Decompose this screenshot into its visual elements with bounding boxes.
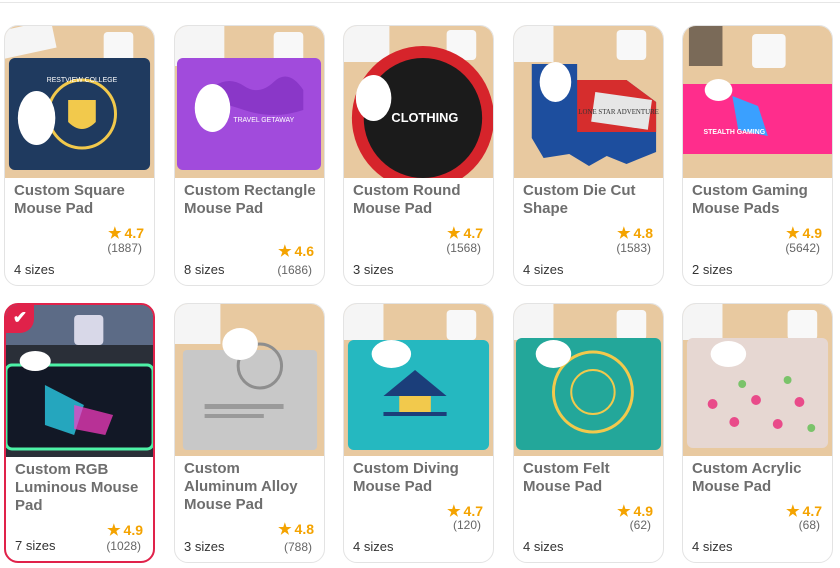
star-icon: ★ xyxy=(617,503,631,520)
product-title[interactable]: Custom Gaming Mouse Pads xyxy=(692,182,824,218)
review-count: (1887) xyxy=(107,241,142,255)
product-card-rgb[interactable]: ✔ Custom RGB Luminous Mouse Pad ★ 4.9 (10… xyxy=(4,303,155,563)
review-count: (788) xyxy=(283,540,312,554)
checkmark-icon[interactable]: ✔ xyxy=(6,305,34,333)
product-image[interactable] xyxy=(683,304,832,456)
product-card-square[interactable]: RESTVIEW COLLEGE Custom Square Mouse Pad… xyxy=(4,25,155,286)
star-icon: ★ xyxy=(108,225,122,242)
review-count: (1568) xyxy=(446,241,481,255)
product-title[interactable]: Custom Diving Mouse Pad xyxy=(353,460,485,496)
top-divider xyxy=(0,2,840,3)
size-count: 4 sizes xyxy=(523,539,564,554)
star-icon: ★ xyxy=(617,225,631,242)
product-image[interactable] xyxy=(344,304,493,456)
product-title[interactable]: Custom RGB Luminous Mouse Pad xyxy=(15,461,147,515)
product-image[interactable] xyxy=(514,304,663,456)
product-rating: ★ 4.9 xyxy=(107,522,143,539)
pad-art-text: STEALTH GAMING xyxy=(704,129,766,136)
pad-art-text: RESTVIEW COLLEGE xyxy=(47,77,118,84)
size-count: 4 sizes xyxy=(523,262,564,277)
product-title[interactable]: Custom Square Mouse Pad xyxy=(14,182,146,218)
star-icon: ★ xyxy=(786,503,800,520)
review-count: (120) xyxy=(452,518,481,532)
review-count: (5642) xyxy=(785,241,820,255)
review-count: (62) xyxy=(629,518,651,532)
star-icon: ★ xyxy=(447,225,461,242)
size-count: 3 sizes xyxy=(353,262,394,277)
product-title[interactable]: Custom Die Cut Shape xyxy=(523,182,655,218)
review-count: (1686) xyxy=(277,263,312,277)
product-card-rectangle[interactable]: TRAVEL GETAWAY Custom Rectangle Mouse Pa… xyxy=(174,25,325,286)
product-card-aluminum[interactable]: Custom Aluminum Alloy Mouse Pad ★ 4.8 (78… xyxy=(174,303,325,563)
product-rating: ★ 4.7 xyxy=(447,225,483,242)
size-count: 4 sizes xyxy=(14,262,55,277)
product-image[interactable]: STEALTH GAMING xyxy=(683,26,832,178)
size-count: 4 sizes xyxy=(353,539,394,554)
review-count: (1028) xyxy=(106,539,141,553)
star-icon: ★ xyxy=(278,243,292,260)
product-image[interactable] xyxy=(175,304,324,456)
product-image[interactable]: TRAVEL GETAWAY xyxy=(175,26,324,178)
size-count: 4 sizes xyxy=(692,539,733,554)
size-count: 7 sizes xyxy=(15,538,56,553)
product-grid: RESTVIEW COLLEGE Custom Square Mouse Pad… xyxy=(4,25,834,565)
product-title[interactable]: Custom Acrylic Mouse Pad xyxy=(692,460,824,496)
product-card-felt[interactable]: Custom Felt Mouse Pad ★ 4.9 (62) 4 sizes xyxy=(513,303,664,563)
product-rating: ★ 4.7 xyxy=(108,225,144,242)
product-rating: ★ 4.9 xyxy=(786,225,822,242)
product-image[interactable]: RESTVIEW COLLEGE xyxy=(5,26,154,178)
product-card-diving[interactable]: Custom Diving Mouse Pad ★ 4.7 (120) 4 siz… xyxy=(343,303,494,563)
product-card-acrylic[interactable]: Custom Acrylic Mouse Pad ★ 4.7 (68) 4 siz… xyxy=(682,303,833,563)
star-icon: ★ xyxy=(786,225,800,242)
product-title[interactable]: Custom Rectangle Mouse Pad xyxy=(184,182,316,218)
product-image[interactable]: CLOTHING xyxy=(344,26,493,178)
review-count: (1583) xyxy=(616,241,651,255)
product-rating: ★ 4.8 xyxy=(617,225,653,242)
size-count: 8 sizes xyxy=(184,262,225,277)
product-title[interactable]: Custom Felt Mouse Pad xyxy=(523,460,655,496)
product-rating: ★ 4.6 xyxy=(278,243,314,260)
star-icon: ★ xyxy=(278,521,292,538)
review-count: (68) xyxy=(798,518,820,532)
size-count: 3 sizes xyxy=(184,539,225,554)
product-card-gaming[interactable]: STEALTH GAMING Custom Gaming Mouse Pads … xyxy=(682,25,833,286)
pad-art-text: TRAVEL GETAWAY xyxy=(233,117,294,124)
product-image[interactable]: LONE STAR ADVENTURE xyxy=(514,26,663,178)
product-card-round[interactable]: CLOTHING Custom Round Mouse Pad ★ 4.7 (15… xyxy=(343,25,494,286)
pad-art-text: LONE STAR ADVENTURE xyxy=(578,108,659,116)
product-rating: ★ 4.8 xyxy=(278,521,314,538)
pad-art-text: CLOTHING xyxy=(391,110,458,125)
product-card-die-cut[interactable]: LONE STAR ADVENTURE Custom Die Cut Shape… xyxy=(513,25,664,286)
star-icon: ★ xyxy=(107,522,121,539)
product-title[interactable]: Custom Round Mouse Pad xyxy=(353,182,485,218)
product-title[interactable]: Custom Aluminum Alloy Mouse Pad xyxy=(184,460,316,514)
size-count: 2 sizes xyxy=(692,262,733,277)
